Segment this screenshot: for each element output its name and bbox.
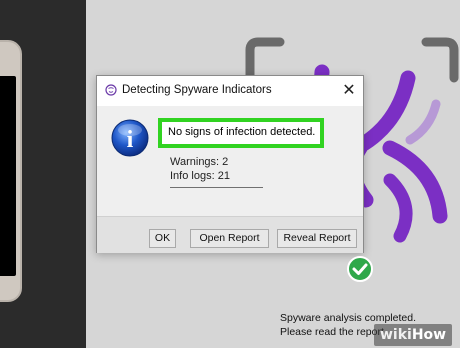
dialog-title: Detecting Spyware Indicators <box>122 84 272 96</box>
info-icon: i <box>111 119 149 157</box>
screenshot-stage: Detecting Spyware Indicators ✕ i No sign… <box>0 0 460 348</box>
ok-button[interactable]: OK <box>149 229 176 248</box>
analysis-status-line-1: Spyware analysis completed. <box>280 312 416 324</box>
warnings-count: Warnings: 2 <box>170 156 229 168</box>
close-button[interactable]: ✕ <box>339 81 359 101</box>
app-logo-icon <box>105 84 117 96</box>
dialog-button-bar: OK Open Report Reveal Report <box>97 216 363 253</box>
detecting-spyware-dialog: Detecting Spyware Indicators ✕ i No sign… <box>96 75 364 253</box>
watermark-wiki: wiki <box>380 327 412 343</box>
result-message-highlight: No signs of infection detected. <box>158 118 324 148</box>
open-report-button[interactable]: Open Report <box>190 229 269 248</box>
wikihow-watermark: wikiHow <box>374 324 453 346</box>
dialog-title-bar: Detecting Spyware Indicators ✕ <box>97 76 363 106</box>
watermark-how: How <box>411 327 447 343</box>
phone-illustration <box>0 40 22 302</box>
analysis-status-line-2: Please read the report <box>280 326 384 338</box>
svg-text:i: i <box>127 127 134 153</box>
info-logs-count: Info logs: 21 <box>170 170 230 182</box>
phone-screen <box>0 76 16 276</box>
separator-line <box>170 187 263 188</box>
check-icon <box>347 256 373 282</box>
reveal-report-button[interactable]: Reveal Report <box>277 229 357 248</box>
result-message: No signs of infection detected. <box>168 126 316 138</box>
